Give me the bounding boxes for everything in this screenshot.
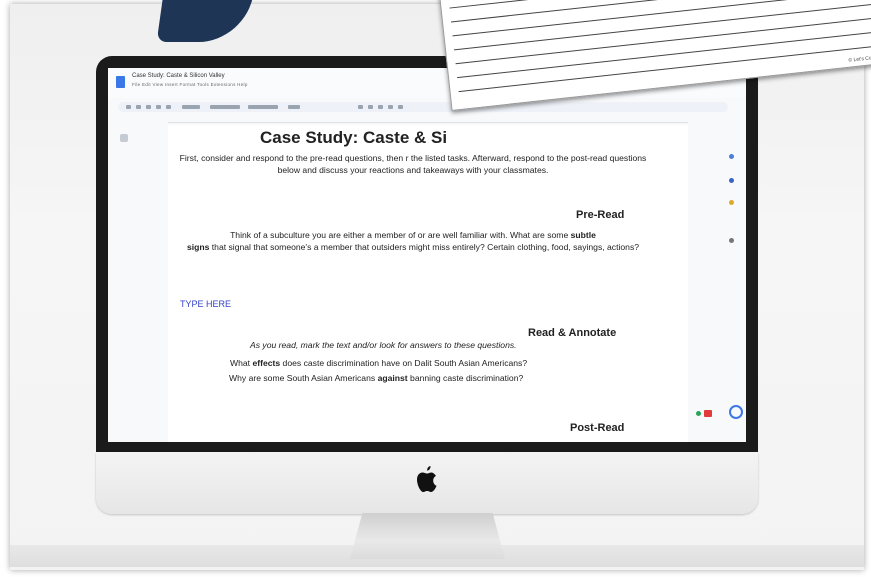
pre-read-bold-subtle: subtle <box>570 230 596 240</box>
menu-bar[interactable]: File Edit View Insert Format Tools Exten… <box>132 82 248 87</box>
spellcheck-icon[interactable] <box>156 105 161 109</box>
question-2-post: banning caste discrimination? <box>407 373 524 383</box>
read-annotate-title: Read & Annotate <box>528 327 617 339</box>
gemini-icon[interactable] <box>729 405 743 419</box>
redo-icon[interactable] <box>136 105 141 109</box>
read-annotate-instruction: As you read, mark the text and/or look f… <box>250 340 517 350</box>
question-2-bold: against <box>377 373 408 383</box>
outline-icon[interactable] <box>120 134 128 142</box>
intro-paragraph: First, consider and respond to the pre-r… <box>179 153 647 175</box>
keep-icon[interactable] <box>729 200 734 205</box>
font-select[interactable] <box>248 105 278 109</box>
pre-read-text: Think of a subculture you are either a m… <box>230 230 571 240</box>
monitor-stand <box>350 513 505 559</box>
document-title[interactable]: Case Study: Caste & Silicon Valley <box>132 73 225 79</box>
print-icon[interactable] <box>146 105 151 109</box>
style-select[interactable] <box>210 105 240 109</box>
pre-read-text-rest: that signal that someone's a member that… <box>209 241 640 252</box>
explore-icon[interactable] <box>696 411 701 416</box>
question-1: What effects does caste discrimination h… <box>230 358 527 368</box>
copyright-note: © Let's Cultivate Greatn <box>848 52 871 64</box>
pre-read-question: Think of a subculture you are either a m… <box>178 230 648 253</box>
paper-line <box>452 0 871 37</box>
post-read-title: Post-Read <box>570 422 625 434</box>
question-1-post: does caste discrimination have on Dalit … <box>280 358 528 368</box>
google-docs-icon[interactable] <box>116 76 125 88</box>
pre-read-title: Pre-Read <box>576 209 625 221</box>
bold-icon[interactable] <box>358 105 363 109</box>
question-2: Why are some South Asian Americans again… <box>229 373 523 383</box>
question-1-bold: effects <box>252 358 281 368</box>
highlight-icon[interactable] <box>398 105 403 109</box>
undo-icon[interactable] <box>126 105 131 109</box>
question-1-pre: What <box>230 358 253 368</box>
italic-icon[interactable] <box>368 105 373 109</box>
decorative-blue-shape <box>156 0 254 42</box>
addon-icon[interactable] <box>704 410 712 417</box>
font-size-field[interactable] <box>288 105 300 109</box>
contacts-icon[interactable] <box>729 178 734 183</box>
type-here-field[interactable]: TYPE HERE <box>180 299 231 309</box>
paper-line <box>449 0 871 9</box>
side-panel <box>726 138 740 358</box>
pre-read-bold-signs: signs <box>186 241 210 252</box>
document-heading: Case Study: Caste & Si <box>260 128 448 147</box>
ruler <box>168 116 688 123</box>
paint-format-icon[interactable] <box>166 105 171 109</box>
apple-logo-icon <box>417 466 437 492</box>
underline-icon[interactable] <box>378 105 383 109</box>
zoom-select[interactable] <box>182 105 200 109</box>
calendar-icon[interactable] <box>729 154 734 159</box>
formatting-toolbar[interactable] <box>118 102 728 112</box>
text-color-icon[interactable] <box>388 105 393 109</box>
add-icon[interactable] <box>729 238 734 243</box>
question-2-pre: Why are some South Asian Americans <box>229 373 378 383</box>
screen: Case Study: Caste & Silicon Valley File … <box>108 68 746 442</box>
